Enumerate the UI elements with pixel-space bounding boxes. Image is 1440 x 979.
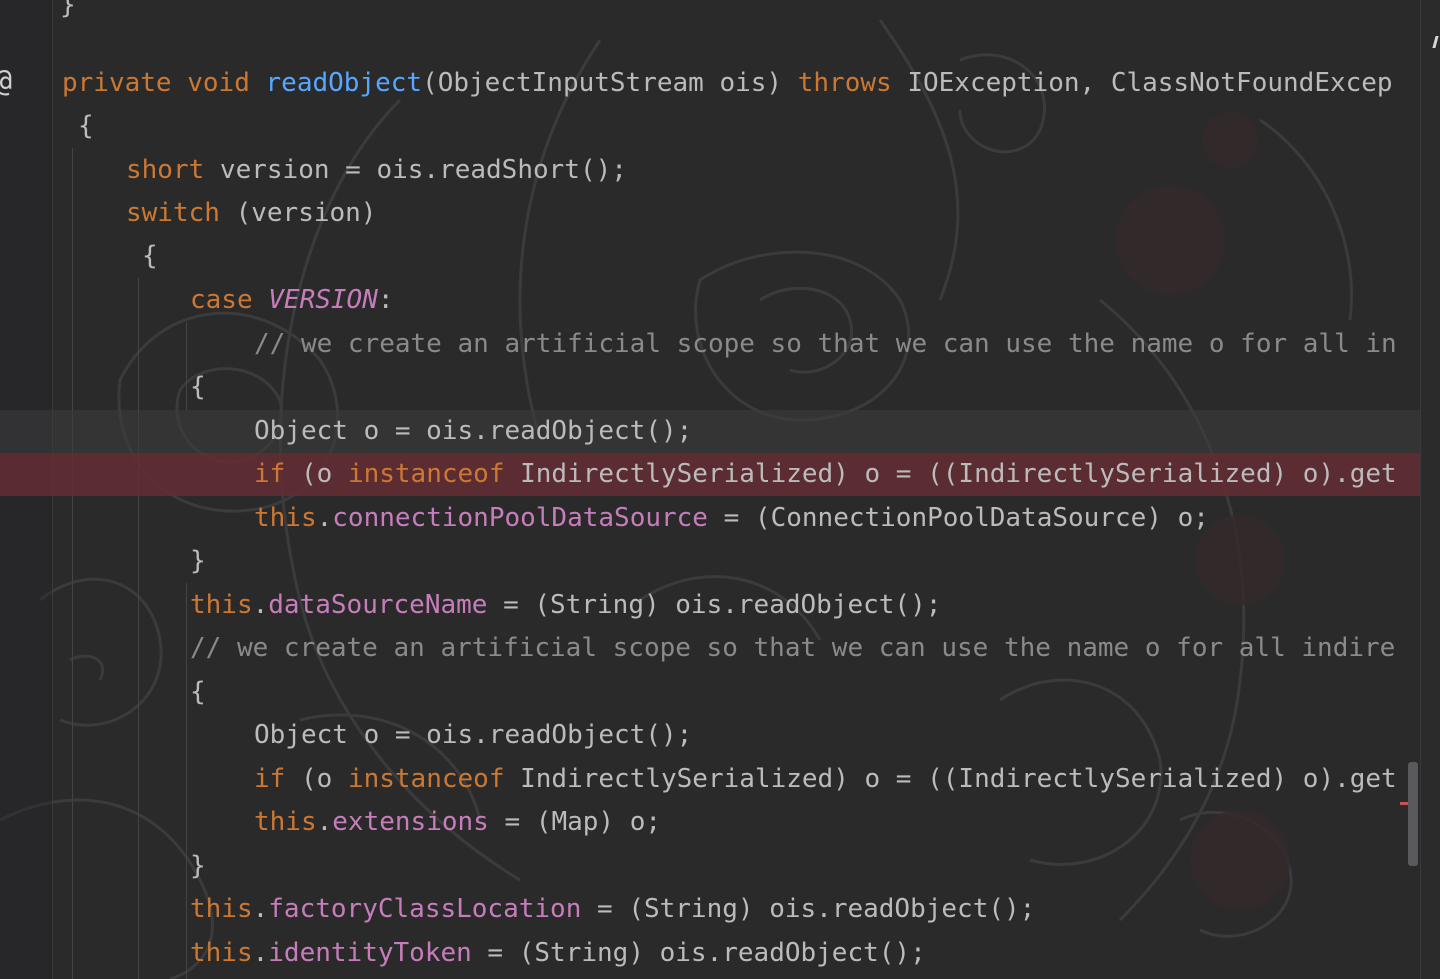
code-token: . (252, 938, 269, 968)
code-line[interactable]: if (o instanceof IndirectlySerialized) o… (0, 758, 1420, 801)
code-text: this.dataSourceName = (String) ois.readO… (190, 584, 941, 627)
code-token: connectionPoolDataSource (332, 503, 708, 533)
code-token: = (Map) o; (488, 807, 662, 837)
code-text: if (o instanceof IndirectlySerialized) o… (254, 758, 1397, 801)
code-token: this (190, 590, 253, 620)
code-line[interactable]: this.identityToken = (String) ois.readOb… (0, 932, 1420, 975)
code-token: Object o = ois.readObject(); (254, 720, 693, 750)
code-line[interactable]: { (0, 366, 1420, 409)
code-token: { (190, 677, 206, 707)
code-token: { (190, 372, 206, 402)
code-token: dataSourceName (268, 590, 488, 620)
code-line[interactable]: // we create an artificial scope so that… (0, 323, 1420, 366)
code-token: throws (797, 68, 908, 98)
code-token: this (190, 894, 253, 924)
code-line-current[interactable]: Object o = ois.readObject(); (0, 410, 1420, 453)
code-token: = (String) ois.readObject(); (487, 590, 942, 620)
code-line[interactable]: this.connectionPoolDataSource = (Connect… (0, 497, 1420, 540)
code-line[interactable]: case VERSION: (0, 279, 1420, 322)
code-text: // we create an artificial scope so that… (190, 627, 1395, 670)
code-token: (o (300, 764, 348, 794)
code-token: . (252, 894, 269, 924)
code-token: instanceof (347, 459, 521, 489)
code-token: { (78, 111, 94, 141)
code-token: = (String) ois.readObject(); (581, 894, 1036, 924)
code-text: this.connectionPoolDataSource = (Connect… (254, 497, 1209, 540)
code-line[interactable]: this.dataSourceName = (String) ois.readO… (0, 584, 1420, 627)
code-token: factoryClassLocation (268, 894, 582, 924)
code-token: this (190, 938, 253, 968)
code-line[interactable]: private void readObject(ObjectInputStrea… (0, 62, 1420, 105)
code-text: { (142, 235, 158, 278)
code-line[interactable]: { (0, 235, 1420, 278)
code-token: this (254, 807, 317, 837)
code-token: short (126, 155, 220, 185)
vertical-scrollbar[interactable] (1420, 0, 1440, 979)
code-line[interactable]: { (0, 105, 1420, 148)
code-line[interactable]: { (0, 671, 1420, 714)
code-token: identityToken (268, 938, 472, 968)
code-token: instanceof (347, 764, 521, 794)
code-token: void (187, 68, 266, 98)
code-line[interactable]: short version = ois.readShort(); (0, 149, 1420, 192)
code-editor[interactable]: @ } private void readObject(ObjectInputS… (0, 0, 1440, 979)
code-token: = (String) ois.readObject(); (471, 938, 926, 968)
code-text: switch (version) (126, 192, 376, 235)
code-token: switch (126, 198, 236, 228)
code-token: Object o = ois.readObject(); (254, 416, 693, 446)
code-token: IOException, ClassNotFoundExcep (907, 68, 1393, 98)
code-area[interactable]: } private void readObject(ObjectInputStr… (0, 0, 1420, 979)
code-token: private (62, 68, 188, 98)
code-token: } (190, 851, 206, 881)
code-text: { (78, 105, 94, 148)
code-line[interactable]: this.extensions = (Map) o; (0, 801, 1420, 844)
scrollbar-thumb[interactable] (1408, 762, 1418, 866)
code-text: short version = ois.readShort(); (126, 149, 627, 192)
code-text: case VERSION: (190, 279, 394, 322)
code-token: VERSION (268, 285, 378, 315)
code-token: (ObjectInputStream ois) (422, 68, 798, 98)
code-token: : (377, 285, 394, 315)
code-token: version = ois.readShort(); (219, 155, 627, 185)
code-token: } (190, 546, 206, 576)
code-line[interactable]: } (0, 845, 1420, 888)
code-token: extensions (332, 807, 489, 837)
code-token: = (ConnectionPoolDataSource) o; (707, 503, 1209, 533)
code-line[interactable]: this.factoryClassLocation = (String) ois… (0, 888, 1420, 931)
code-text: } (190, 845, 206, 888)
code-token: IndirectlySerialized) o = ((IndirectlySe… (520, 459, 1397, 489)
code-token: this (254, 503, 317, 533)
code-text: } (190, 540, 206, 583)
code-text: private void readObject(ObjectInputStrea… (62, 62, 1393, 105)
code-token: readObject (265, 68, 423, 98)
code-token: if (254, 459, 301, 489)
code-token: // we create an artificial scope so that… (254, 329, 1397, 359)
code-token: IndirectlySerialized) o = ((IndirectlySe… (520, 764, 1397, 794)
code-text: this.identityToken = (String) ois.readOb… (190, 932, 926, 975)
code-text: if (o instanceof IndirectlySerialized) o… (254, 453, 1397, 496)
code-token: . (316, 503, 333, 533)
code-token: case (190, 285, 269, 315)
code-text: // we create an artificial scope so that… (254, 323, 1397, 366)
code-text: Object o = ois.readObject(); (254, 410, 692, 453)
closing-brace-fragment: } (60, 0, 76, 20)
code-token: . (252, 590, 269, 620)
code-line[interactable]: Object o = ois.readObject(); (0, 714, 1420, 757)
code-text: this.extensions = (Map) o; (254, 801, 661, 844)
code-token: (o (300, 459, 348, 489)
code-token: (version) (235, 198, 377, 228)
code-token: . (316, 807, 333, 837)
code-line[interactable]: // we create an artificial scope so that… (0, 627, 1420, 670)
code-text: this.factoryClassLocation = (String) ois… (190, 888, 1035, 931)
code-text: { (190, 671, 206, 714)
code-text: Object o = ois.readObject(); (254, 714, 692, 757)
code-line[interactable]: } (0, 540, 1420, 583)
code-line[interactable]: switch (version) (0, 192, 1420, 235)
code-token: if (254, 764, 301, 794)
code-text: { (190, 366, 206, 409)
code-line-breakpoint[interactable]: if (o instanceof IndirectlySerialized) o… (0, 453, 1420, 496)
code-token: // we create an artificial scope so that… (190, 633, 1396, 663)
code-token: { (142, 241, 158, 271)
